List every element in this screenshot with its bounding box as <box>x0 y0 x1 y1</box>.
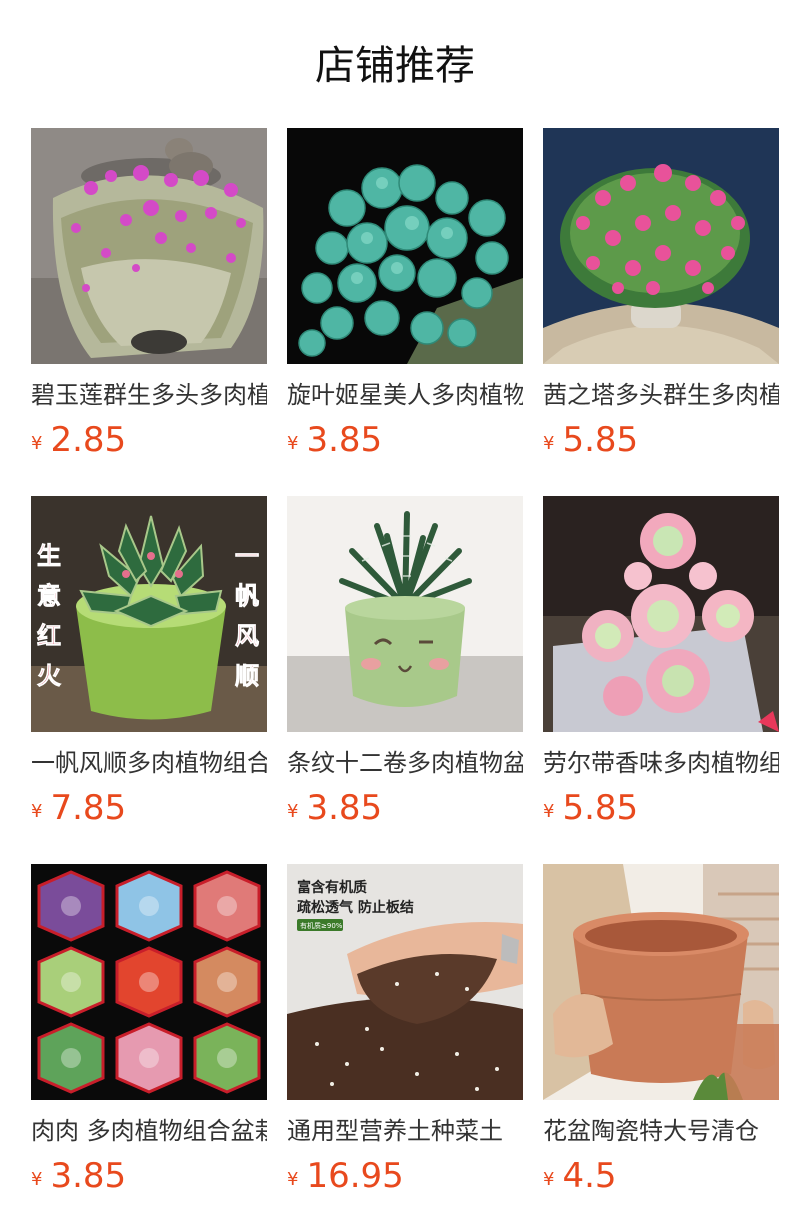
product-name[interactable]: 茜之塔多头群生多肉植物 <box>543 378 779 412</box>
product-name[interactable]: 通用型营养土种菜土 <box>287 1114 523 1148</box>
product-name[interactable]: 碧玉莲群生多头多肉植物 <box>31 378 267 412</box>
product-image-pink-succulent[interactable] <box>543 128 779 364</box>
price-amount: 3.85 <box>306 788 383 828</box>
product-card[interactable]: 碧玉莲群生多头多肉植物 ¥2.85 <box>31 128 267 496</box>
product-image-teal-succulent[interactable] <box>287 128 523 364</box>
product-card[interactable]: 生 意 红 火 一 帆 风 顺 一帆风顺多肉植物组合 ¥7.85 <box>31 496 267 864</box>
price-amount: 5.85 <box>562 788 639 828</box>
currency-symbol: ¥ <box>31 433 43 454</box>
price-amount: 4.5 <box>562 1156 617 1196</box>
price-amount: 3.85 <box>306 420 383 460</box>
product-name[interactable]: 肉肉 多肉植物组合盆栽 <box>31 1114 267 1148</box>
banner-left-char-4: 火 <box>37 662 61 690</box>
product-card[interactable]: 条纹十二卷多肉植物盆栽 ¥3.85 <box>287 496 523 864</box>
product-price: ¥16.95 <box>287 1156 523 1196</box>
banner-left-char-2: 意 <box>37 582 61 610</box>
banner-right-char-1: 一 <box>235 542 259 570</box>
page-title: 店铺推荐 <box>315 43 475 89</box>
price-amount: 7.85 <box>50 788 127 828</box>
currency-symbol: ¥ <box>287 433 299 454</box>
banner-left-char-3: 红 <box>37 622 61 650</box>
banner-right-char-3: 风 <box>235 622 259 650</box>
product-price: ¥5.85 <box>543 420 779 460</box>
banner-left-char-1: 生 <box>37 542 61 570</box>
currency-symbol: ¥ <box>543 801 555 822</box>
product-price: ¥3.85 <box>287 420 523 460</box>
product-image-zebra-haworthia[interactable] <box>287 496 523 732</box>
product-price: ¥7.85 <box>31 788 267 828</box>
product-image-red-fire-succulent[interactable]: 生 意 红 火 一 帆 风 顺 <box>31 496 267 732</box>
banner-right-char-2: 帆 <box>235 582 259 610</box>
product-image-succulent-collage[interactable] <box>31 864 267 1100</box>
soil-badge: 有机质≥90% <box>300 921 343 930</box>
price-amount: 2.85 <box>50 420 127 460</box>
product-name[interactable]: 旋叶姬星美人多肉植物 <box>287 378 523 412</box>
product-price: ¥3.85 <box>287 788 523 828</box>
product-name[interactable]: 条纹十二卷多肉植物盆栽 <box>287 746 523 780</box>
currency-symbol: ¥ <box>287 1169 299 1190</box>
product-image-pastel-rosette[interactable] <box>543 496 779 732</box>
product-card[interactable]: 劳尔带香味多肉植物组合 ¥5.85 <box>543 496 779 864</box>
product-name[interactable]: 劳尔带香味多肉植物组合 <box>543 746 779 780</box>
product-price: ¥2.85 <box>31 420 267 460</box>
price-amount: 3.85 <box>50 1156 127 1196</box>
product-image-terracotta-pot[interactable] <box>543 864 779 1100</box>
soil-caption-line1: 富含有机质 <box>297 879 367 896</box>
currency-symbol: ¥ <box>287 801 299 822</box>
price-amount: 5.85 <box>562 420 639 460</box>
banner-right-char-4: 顺 <box>235 662 259 690</box>
product-card[interactable]: 富含有机质 疏松透气 防止板结 有机质≥90% 通用型营养土种菜土 ¥16.95 <box>287 864 523 1232</box>
product-grid: 碧玉莲群生多头多肉植物 ¥2.85 <box>31 128 781 1232</box>
product-card[interactable]: 肉肉 多肉植物组合盆栽 ¥3.85 <box>31 864 267 1232</box>
product-card[interactable]: 花盆陶瓷特大号清仓 ¥4.5 <box>543 864 779 1232</box>
product-card[interactable]: 旋叶姬星美人多肉植物 ¥3.85 <box>287 128 523 496</box>
soil-caption-line2: 疏松透气 防止板结 <box>297 899 414 916</box>
product-price: ¥4.5 <box>543 1156 779 1196</box>
product-name[interactable]: 一帆风顺多肉植物组合 <box>31 746 267 780</box>
product-image-hanging-succulent[interactable] <box>31 128 267 364</box>
currency-symbol: ¥ <box>31 1169 43 1190</box>
currency-symbol: ¥ <box>31 801 43 822</box>
currency-symbol: ¥ <box>543 433 555 454</box>
product-price: ¥3.85 <box>31 1156 267 1196</box>
product-name[interactable]: 花盆陶瓷特大号清仓 <box>543 1114 779 1148</box>
product-image-soil[interactable]: 富含有机质 疏松透气 防止板结 有机质≥90% <box>287 864 523 1100</box>
product-price: ¥5.85 <box>543 788 779 828</box>
product-card[interactable]: 茜之塔多头群生多肉植物 ¥5.85 <box>543 128 779 496</box>
price-amount: 16.95 <box>306 1156 404 1196</box>
currency-symbol: ¥ <box>543 1169 555 1190</box>
